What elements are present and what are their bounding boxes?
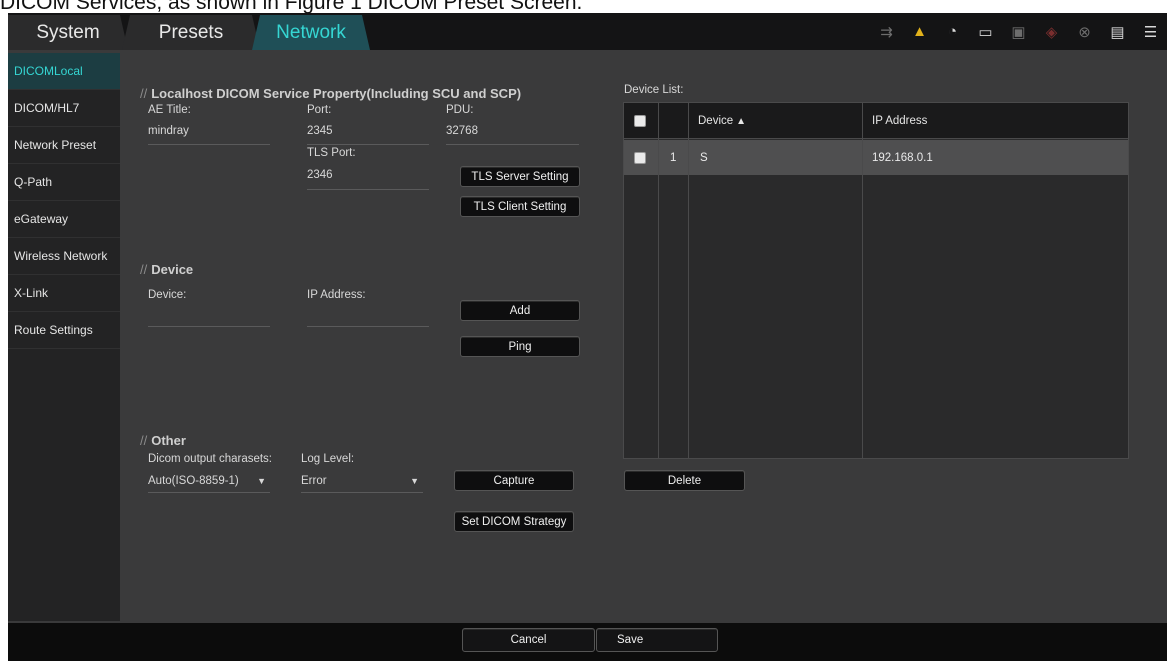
refresh-icon[interactable]: ◔ — [936, 23, 969, 40]
warning-icon[interactable]: ▲ — [903, 23, 936, 40]
column-header-ip[interactable]: IP Address — [872, 103, 927, 139]
device-list-table: Device ▲ IP Address 1 S 192.168.0.1 — [623, 102, 1129, 459]
section-mark-icon: // — [140, 86, 148, 101]
cancel-button[interactable]: Cancel — [462, 628, 595, 652]
wireless-icon: ◈ — [1045, 23, 1058, 41]
chevron-down-icon: ▼ — [410, 476, 419, 486]
pdu-input[interactable]: 32768 — [446, 125, 478, 137]
sidebar-item-dicom-hl7[interactable]: DICOM/HL7 — [8, 90, 120, 127]
save-button[interactable]: Save — [596, 628, 718, 652]
column-divider — [658, 103, 659, 458]
select-all-checkbox[interactable] — [634, 103, 646, 139]
menu-icon[interactable]: ☰ — [1134, 23, 1167, 41]
sort-ascending-icon: ▲ — [736, 115, 747, 127]
port-label: Port: — [307, 104, 332, 116]
tls-port-underline — [307, 189, 429, 190]
row-ip: 192.168.0.1 — [872, 151, 933, 164]
sidebar: DICOMLocal DICOM/HL7 Network Preset Q-Pa… — [8, 53, 120, 621]
device-section-title: //Device — [140, 262, 193, 277]
tls-port-input[interactable]: 2346 — [307, 169, 333, 181]
printer-icon: ⊗ — [1078, 23, 1091, 41]
ae-title-underline — [148, 144, 270, 145]
checkbox-icon — [634, 151, 646, 164]
log-level-label: Log Level: — [301, 453, 355, 465]
log-level-select[interactable]: Error ▼ — [301, 475, 423, 493]
ip-address-label: IP Address: — [307, 289, 366, 301]
tls-port-label: TLS Port: — [307, 147, 356, 159]
column-header-device[interactable]: Device ▲ — [698, 103, 746, 139]
sidebar-item-q-path[interactable]: Q-Path — [8, 164, 120, 201]
charset-select[interactable]: Auto(ISO-8859-1) ▼ — [148, 475, 270, 493]
sidebar-item-dicomlocal[interactable]: DICOMLocal — [8, 53, 120, 90]
ae-title-label: AE Title: — [148, 104, 191, 116]
device-list-label: Device List: — [624, 84, 684, 96]
column-divider — [862, 103, 863, 458]
device-input[interactable] — [148, 326, 270, 327]
set-dicom-strategy-button[interactable]: Set DICOM Strategy — [454, 511, 574, 532]
localhost-section-title: //Localhost DICOM Service Property(Inclu… — [140, 86, 521, 101]
sidebar-item-wireless-network[interactable]: Wireless Network — [8, 238, 120, 275]
ping-button[interactable]: Ping — [460, 336, 580, 357]
bottom-bar: Cancel Save — [8, 623, 1167, 661]
chevron-down-icon: ▼ — [257, 476, 266, 486]
section-mark-icon: // — [140, 433, 148, 448]
status-icons: ⇉ ▲ ◔ ▭ ▣ ◈ ⊗ ▤ ☰ — [870, 13, 1167, 50]
row-checkbox[interactable] — [634, 140, 646, 175]
pdu-label: PDU: — [446, 104, 474, 116]
section-mark-icon: // — [140, 262, 148, 277]
device-label: Device: — [148, 289, 187, 301]
table-row[interactable]: 1 S 192.168.0.1 — [624, 140, 1128, 175]
tab-system[interactable]: System — [8, 15, 128, 50]
capture-button[interactable]: Capture — [454, 470, 574, 491]
pdu-underline — [446, 144, 579, 145]
folder-icon[interactable]: ▤ — [1101, 23, 1134, 41]
sidebar-item-network-preset[interactable]: Network Preset — [8, 127, 120, 164]
port-underline — [307, 144, 429, 145]
column-divider — [688, 103, 689, 458]
exit-icon[interactable]: ⇉ — [870, 23, 903, 41]
dicom-preset-screen: System Presets Network ⇉ ▲ ◔ ▭ ▣ ◈ ⊗ ▤ ☰… — [8, 13, 1167, 661]
tab-network[interactable]: Network — [252, 15, 370, 50]
log-level-value: Error — [301, 475, 327, 487]
sidebar-item-x-link[interactable]: X-Link — [8, 275, 120, 312]
sidebar-item-egateway[interactable]: eGateway — [8, 201, 120, 238]
network-icon: ▣ — [1011, 23, 1026, 41]
page-caption: DICOM Services, as shown in Figure 1 DIC… — [0, 0, 583, 13]
column-device-label: Device — [698, 115, 734, 127]
tab-presets[interactable]: Presets — [122, 15, 260, 50]
port-input[interactable]: 2345 — [307, 125, 333, 137]
tls-server-setting-button[interactable]: TLS Server Setting — [460, 166, 580, 187]
row-index: 1 — [670, 151, 677, 164]
charset-label: Dicom output charasets: — [148, 453, 273, 465]
tls-client-setting-button[interactable]: TLS Client Setting — [460, 196, 580, 217]
checkbox-icon — [634, 115, 646, 127]
add-button[interactable]: Add — [460, 300, 580, 321]
delete-button[interactable]: Delete — [624, 470, 745, 491]
ae-title-input[interactable]: mindray — [148, 125, 189, 137]
usb-icon[interactable]: ▭ — [969, 23, 1002, 41]
other-title: Other — [151, 433, 186, 448]
row-device: S — [700, 151, 708, 164]
other-section-title: //Other — [140, 433, 186, 448]
sidebar-item-route-settings[interactable]: Route Settings — [8, 312, 120, 349]
device-title: Device — [151, 262, 194, 277]
ip-address-input[interactable] — [307, 326, 429, 327]
table-header: Device ▲ IP Address — [624, 103, 1128, 139]
localhost-title: Localhost DICOM Service Property(Includi… — [151, 86, 522, 101]
charset-value: Auto(ISO-8859-1) — [148, 475, 239, 487]
tab-bar: System Presets Network ⇉ ▲ ◔ ▭ ▣ ◈ ⊗ ▤ ☰ — [8, 13, 1167, 50]
